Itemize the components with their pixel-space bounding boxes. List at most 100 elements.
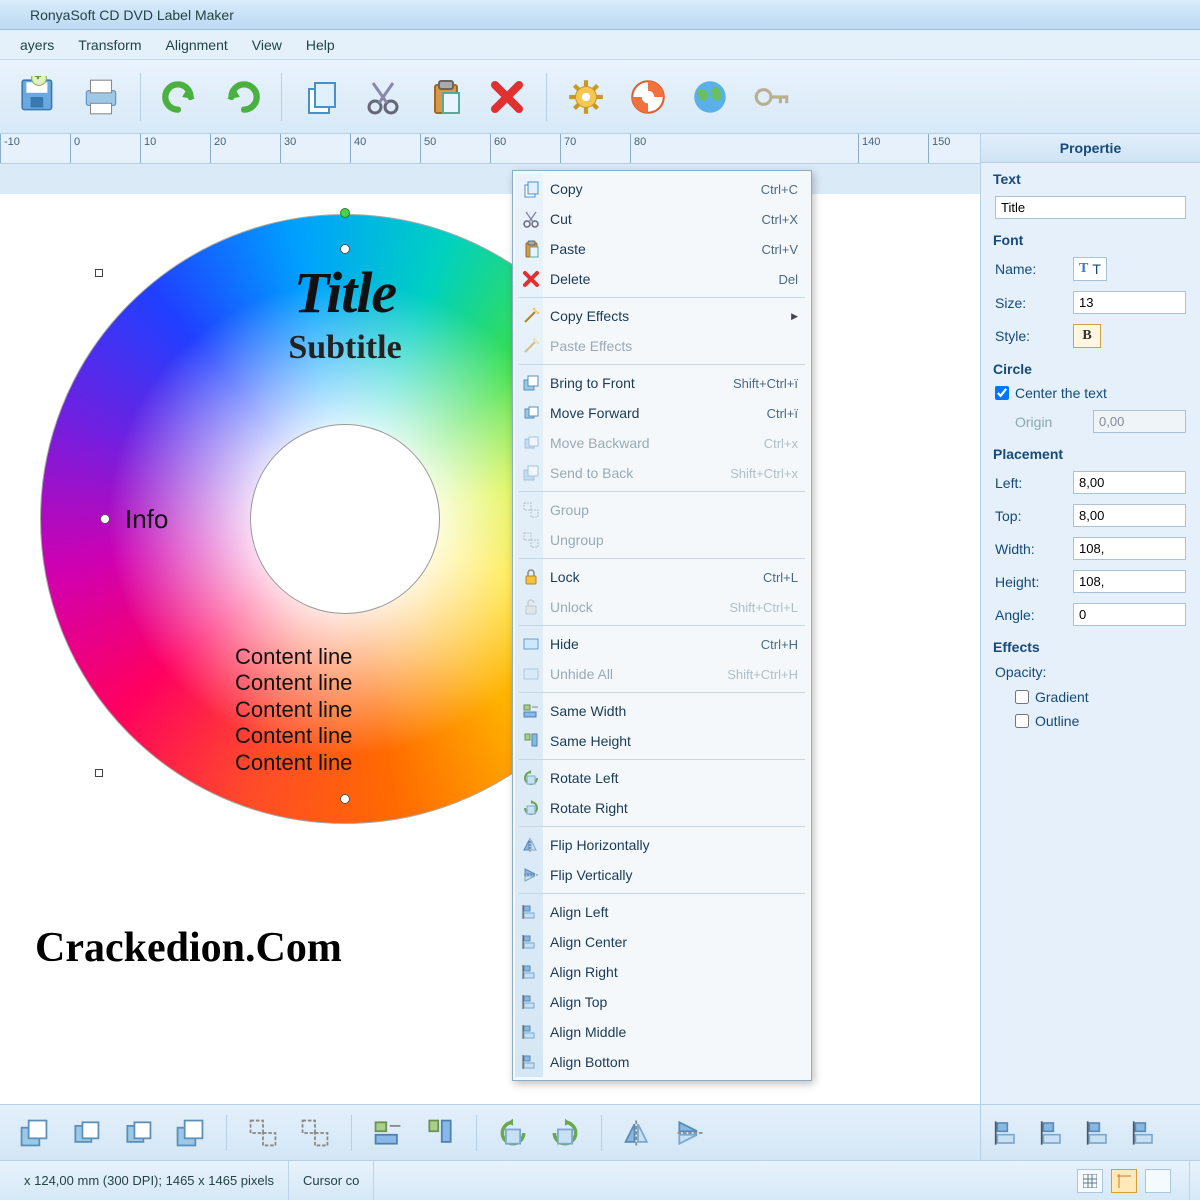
top-label: Top:: [995, 508, 1065, 524]
ctx-align-center[interactable]: Align Center: [515, 927, 809, 957]
font-picker[interactable]: TT: [1073, 257, 1107, 281]
gradient-checkbox[interactable]: [1015, 690, 1029, 704]
move-backward-button[interactable]: [116, 1113, 160, 1153]
context-menu: CopyCtrl+CCutCtrl+XPasteCtrl+VDeleteDel C…: [512, 170, 812, 1081]
properties-panel: Propertie Text Font Name: TT Size: Style…: [980, 134, 1200, 1200]
resize-handle-n[interactable]: [340, 244, 350, 254]
align-center-button[interactable]: [1035, 1113, 1075, 1153]
rotate-handle[interactable]: [340, 208, 350, 218]
ctx-same-width[interactable]: Same Width: [515, 696, 809, 726]
canvas[interactable]: Title Subtitle Info Content lineContent …: [0, 194, 980, 1194]
menu-view[interactable]: View: [240, 33, 294, 57]
bring-front-button[interactable]: [12, 1113, 56, 1153]
height-label: Height:: [995, 574, 1065, 590]
menu-transform[interactable]: Transform: [66, 33, 153, 57]
ctx-lock[interactable]: LockCtrl+L: [515, 562, 809, 592]
align-toolbar: [980, 1104, 1200, 1160]
menu-help[interactable]: Help: [294, 33, 347, 57]
font-size-label: Size:: [995, 295, 1065, 311]
ctx-paste[interactable]: PasteCtrl+V: [515, 234, 809, 264]
copy-button[interactable]: [292, 68, 350, 126]
paste-button[interactable]: [416, 68, 474, 126]
print-button[interactable]: [72, 68, 130, 126]
rotate-left-button[interactable]: [491, 1113, 535, 1153]
properties-header: Propertie: [981, 134, 1200, 163]
ctx-bring-to-front[interactable]: Bring to FrontShift+Ctrl+ï: [515, 368, 809, 398]
outline-checkbox[interactable]: [1015, 714, 1029, 728]
flip-v-button[interactable]: [668, 1113, 712, 1153]
register-button[interactable]: [743, 68, 801, 126]
cut-button[interactable]: [354, 68, 412, 126]
grid-toggle[interactable]: [1077, 1169, 1103, 1193]
width-input[interactable]: [1073, 537, 1186, 560]
group-button[interactable]: [241, 1113, 285, 1153]
move-forward-button[interactable]: [64, 1113, 108, 1153]
placement-section: Placement: [981, 438, 1200, 466]
ctx-rotate-left[interactable]: Rotate Left: [515, 763, 809, 793]
font-size-input[interactable]: [1073, 291, 1186, 314]
ungroup-button[interactable]: [293, 1113, 337, 1153]
corner-handle-sw[interactable]: [95, 769, 103, 777]
ctx-ungroup: Ungroup: [515, 525, 809, 555]
height-input[interactable]: [1073, 570, 1186, 593]
resize-handle-w[interactable]: [100, 514, 110, 524]
menu-alignment[interactable]: Alignment: [154, 33, 240, 57]
font-style-label: Style:: [995, 328, 1065, 344]
ctx-same-height[interactable]: Same Height: [515, 726, 809, 756]
ctx-align-right[interactable]: Align Right: [515, 957, 809, 987]
redo-button[interactable]: [213, 68, 271, 126]
ctx-flip-horizontally[interactable]: Flip Horizontally: [515, 830, 809, 860]
top-input[interactable]: [1073, 504, 1186, 527]
text-section: Text: [981, 163, 1200, 191]
save-button[interactable]: [10, 68, 68, 126]
ctx-align-bottom[interactable]: Align Bottom: [515, 1047, 809, 1077]
web-button[interactable]: [681, 68, 739, 126]
opacity-label: Opacity:: [995, 664, 1065, 680]
bold-button[interactable]: B: [1073, 324, 1101, 348]
ctx-hide[interactable]: HideCtrl+H: [515, 629, 809, 659]
text-input[interactable]: [995, 196, 1186, 219]
ctx-rotate-right[interactable]: Rotate Right: [515, 793, 809, 823]
resize-handle-s[interactable]: [340, 794, 350, 804]
outline-label: Outline: [1035, 713, 1079, 729]
menu-layers[interactable]: ayers: [8, 33, 66, 57]
effects-section: Effects: [981, 631, 1200, 659]
corner-handle-nw[interactable]: [95, 269, 103, 277]
watermark: Crackedion.Com: [35, 924, 342, 972]
disc-content-lines[interactable]: Content lineContent lineContent lineCont…: [235, 644, 352, 776]
ctx-align-middle[interactable]: Align Middle: [515, 1017, 809, 1047]
ctx-align-top[interactable]: Align Top: [515, 987, 809, 1017]
ctx-send-to-back: Send to BackShift+Ctrl+x: [515, 458, 809, 488]
ctx-copy[interactable]: CopyCtrl+C: [515, 174, 809, 204]
status-cursor: Cursor co: [289, 1161, 374, 1200]
align-right-button[interactable]: [1081, 1113, 1121, 1153]
undo-button[interactable]: [151, 68, 209, 126]
same-width-button[interactable]: [366, 1113, 410, 1153]
ctx-move-forward[interactable]: Move ForwardCtrl+ï: [515, 398, 809, 428]
help-button[interactable]: [619, 68, 677, 126]
ctx-flip-vertically[interactable]: Flip Vertically: [515, 860, 809, 890]
ctx-cut[interactable]: CutCtrl+X: [515, 204, 809, 234]
left-label: Left:: [995, 475, 1065, 491]
same-height-button[interactable]: [418, 1113, 462, 1153]
settings-button[interactable]: [557, 68, 615, 126]
ctx-group: Group: [515, 495, 809, 525]
bottom-toolbar: [0, 1104, 980, 1160]
align-top-button[interactable]: [1127, 1113, 1167, 1153]
angle-input[interactable]: [1073, 603, 1186, 626]
delete-button[interactable]: [478, 68, 536, 126]
disc-info[interactable]: Info: [125, 504, 168, 535]
angle-label: Angle:: [995, 607, 1065, 623]
align-left-button[interactable]: [989, 1113, 1029, 1153]
left-input[interactable]: [1073, 471, 1186, 494]
snap-toggle[interactable]: [1145, 1169, 1171, 1193]
guides-toggle[interactable]: [1111, 1169, 1137, 1193]
rotate-right-button[interactable]: [543, 1113, 587, 1153]
separator: [140, 73, 141, 121]
ctx-delete[interactable]: DeleteDel: [515, 264, 809, 294]
center-text-checkbox[interactable]: [995, 386, 1009, 400]
ctx-copy-effects[interactable]: Copy Effects: [515, 301, 809, 331]
send-back-button[interactable]: [168, 1113, 212, 1153]
flip-h-button[interactable]: [616, 1113, 660, 1153]
ctx-align-left[interactable]: Align Left: [515, 897, 809, 927]
